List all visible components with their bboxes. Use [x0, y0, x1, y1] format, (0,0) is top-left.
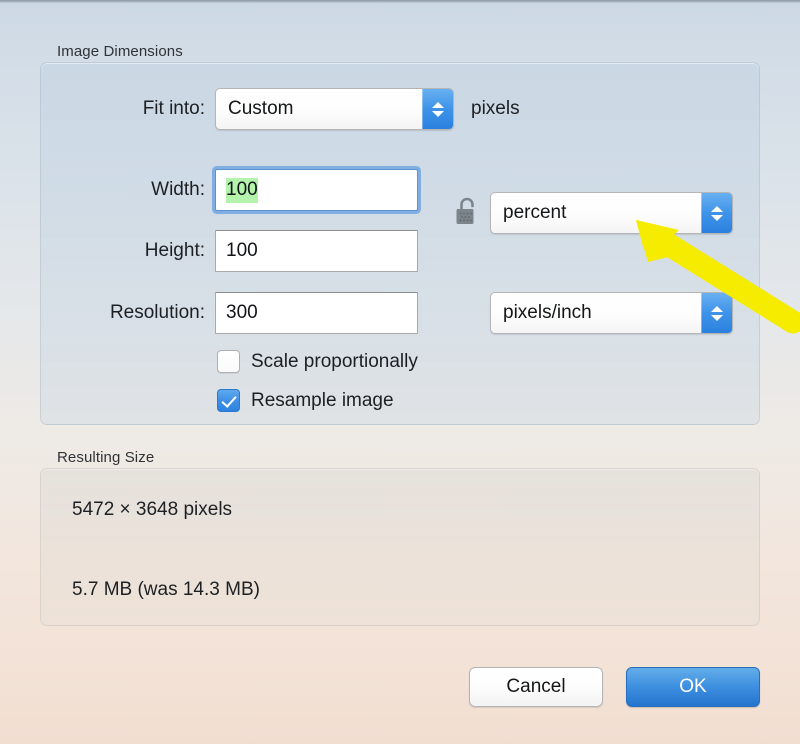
fit-into-stepper-icon[interactable]	[422, 89, 453, 129]
cancel-button[interactable]: Cancel	[469, 667, 603, 707]
chevron-up-icon	[711, 205, 723, 212]
resolution-unit-stepper-icon[interactable]	[701, 293, 732, 333]
chevron-up-icon	[711, 305, 723, 312]
scale-proportionally-label: Scale proportionally	[251, 350, 418, 372]
dimension-unit-dropdown[interactable]: percent	[490, 192, 733, 234]
window-top-edge	[0, 0, 800, 3]
chevron-down-icon	[711, 314, 723, 321]
chevron-down-icon	[432, 110, 444, 117]
dimension-unit-stepper-icon[interactable]	[701, 193, 732, 233]
resolution-unit-dropdown[interactable]: pixels/inch	[490, 292, 733, 334]
resolution-input[interactable]: 300	[215, 292, 418, 334]
height-label: Height:	[144, 240, 205, 261]
width-label: Width:	[151, 179, 205, 200]
dimension-unit-value: percent	[503, 202, 567, 223]
resolution-value: 300	[226, 302, 258, 323]
fit-into-value: Custom	[228, 98, 294, 119]
resample-image-checkbox-row[interactable]: Resample image	[217, 389, 394, 412]
height-input[interactable]: 100	[215, 230, 418, 272]
fit-into-dropdown[interactable]: Custom	[215, 88, 454, 130]
fit-into-unit-label: pixels	[471, 98, 520, 119]
resulting-size-panel	[40, 468, 760, 626]
ok-button[interactable]: OK	[626, 667, 760, 707]
chevron-down-icon	[711, 214, 723, 221]
resulting-size-group-label: Resulting Size	[57, 449, 155, 466]
resulting-pixel-dimensions: 5472 × 3648 pixels	[72, 499, 233, 520]
resolution-label: Resolution:	[109, 302, 205, 323]
fit-into-label: Fit into:	[142, 98, 205, 119]
chevron-up-icon	[432, 101, 444, 108]
height-value: 100	[226, 240, 258, 261]
scale-proportionally-checkbox-row[interactable]: Scale proportionally	[217, 350, 418, 373]
resample-image-label: Resample image	[251, 389, 394, 411]
scale-proportionally-checkbox[interactable]	[217, 350, 240, 373]
resolution-unit-value: pixels/inch	[503, 302, 592, 323]
width-value: 100	[226, 177, 258, 203]
aspect-ratio-lock-open-icon[interactable]	[453, 196, 481, 228]
image-dimensions-group-label: Image Dimensions	[57, 43, 183, 60]
width-input[interactable]: 100	[215, 169, 418, 211]
resample-image-checkbox[interactable]	[217, 389, 240, 412]
resulting-file-size: 5.7 MB (was 14.3 MB)	[72, 579, 260, 600]
image-resize-dialog: Image Dimensions Fit into: Custom pixels…	[0, 0, 800, 744]
